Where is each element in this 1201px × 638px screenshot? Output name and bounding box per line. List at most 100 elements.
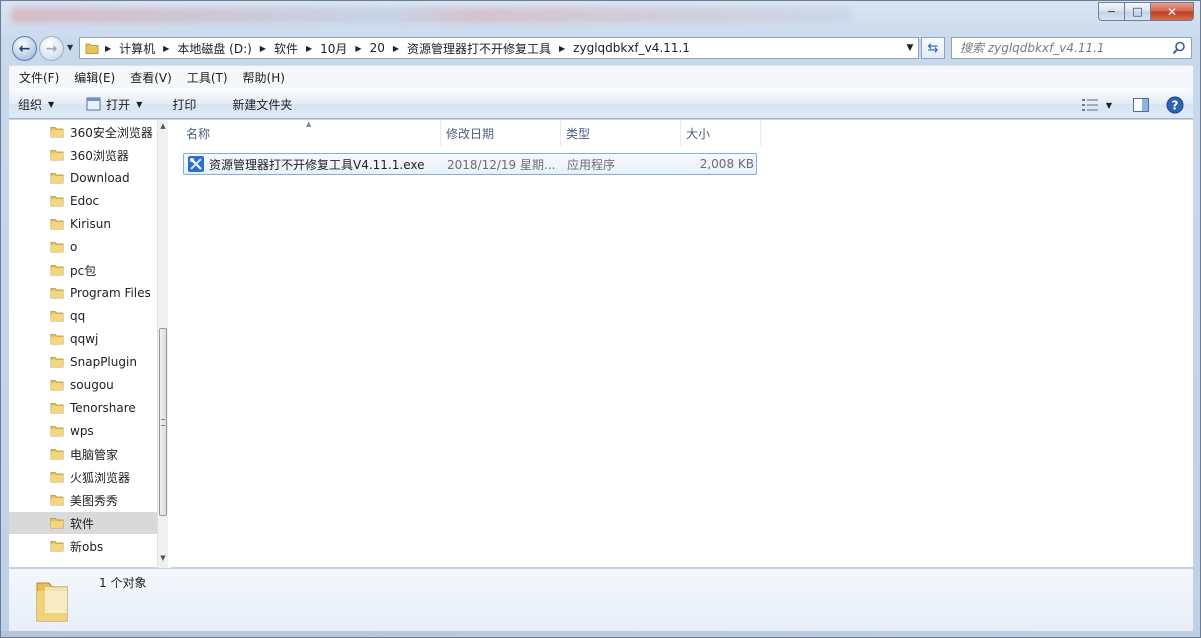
nav-tree-label: 软件 (70, 516, 95, 531)
nav-tree-label: qqwj (70, 332, 99, 346)
nav-tree-label: 火狐浏览器 (70, 470, 131, 485)
open-window-icon (86, 97, 101, 111)
refresh-button[interactable]: ⇆ (921, 37, 945, 59)
nav-tree-label: pc包 (70, 263, 97, 278)
column-header-size[interactable]: 大小 (681, 120, 761, 146)
print-button[interactable]: 打印 (163, 90, 205, 118)
nav-tree-item[interactable]: o (9, 236, 157, 258)
folder-icon (50, 196, 64, 207)
nav-tree-label: Tenorshare (70, 401, 136, 415)
menu-item[interactable]: 帮助(H) (238, 69, 290, 86)
view-options-button[interactable]: ▼ (1077, 95, 1117, 115)
breadcrumb-item[interactable]: 软件 (272, 38, 300, 58)
breadcrumb-item[interactable]: 本地磁盘 (D:) (175, 38, 253, 58)
breadcrumb: ▶ 计算机 ▶ 本地磁盘 (D:) ▶ 软件 ▶ 10月 ▶ 20 ▶ 资源管理器打不开修复工具 ▶ zy… (99, 38, 902, 58)
close-button[interactable]: ✕ (1150, 2, 1194, 21)
menu-item[interactable]: 编辑(E) (69, 69, 120, 86)
preview-pane-button[interactable] (1131, 95, 1151, 115)
caption-buttons: − □ ✕ (1098, 2, 1194, 21)
nav-tree-item[interactable]: Program Files (9, 282, 157, 304)
nav-tree-item[interactable]: Download (9, 167, 157, 189)
content-area: 360安全浏览器 360浏览器 Download Edoc Kirisun o pc包 Pro… (9, 120, 1193, 568)
nav-tree-item[interactable]: sougou (9, 374, 157, 396)
toolbar-right-group: ▼ ? (1069, 95, 1185, 115)
chevron-right-icon[interactable]: ▶ (306, 44, 312, 53)
folder-icon (85, 43, 99, 54)
nav-tree-item[interactable]: pc包 (9, 259, 157, 281)
blurred-taskbar-strip (1, 631, 1200, 637)
maximize-button[interactable]: □ (1124, 2, 1151, 21)
breadcrumb-item[interactable]: 10月 (318, 38, 349, 58)
chevron-down-icon: ▼ (48, 99, 55, 109)
nav-tree-label: o (70, 240, 78, 254)
address-history-dropdown[interactable]: ▼ (902, 38, 918, 58)
file-size-cell: 2,008 KB (699, 157, 754, 171)
open-button[interactable]: 打开 ▼ (77, 90, 151, 118)
nav-tree-item[interactable]: 电脑管家 (9, 443, 157, 465)
file-list-pane: ▲ 名称 修改日期 类型 大小 资源管理器打不开修复工具V4.11.1.exe … (171, 120, 1193, 568)
breadcrumb-item[interactable]: 资源管理器打不开修复工具 (405, 38, 553, 58)
nav-tree-item[interactable]: 新obs (9, 535, 157, 557)
nav-tree-label: 新obs (70, 539, 104, 554)
column-header-type[interactable]: 类型 (561, 120, 681, 146)
sort-ascending-icon: ▲ (306, 120, 312, 128)
organize-label: 组织 (18, 97, 43, 112)
breadcrumb-item[interactable]: 计算机 (117, 38, 157, 58)
nav-tree-item[interactable]: SnapPlugin (9, 351, 157, 373)
print-label: 打印 (172, 97, 197, 112)
scrollbar-thumb[interactable] (159, 328, 167, 516)
column-header-label: 名称 (186, 126, 211, 141)
new-folder-button[interactable]: 新建文件夹 (223, 90, 301, 118)
chevron-right-icon[interactable]: ▶ (105, 44, 111, 53)
nav-tree-item[interactable]: Kirisun (9, 213, 157, 235)
blurred-title (11, 7, 851, 23)
column-headers: ▲ 名称 修改日期 类型 大小 (181, 120, 761, 146)
nav-tree-item[interactable]: qq (9, 305, 157, 327)
nav-tree-item[interactable]: 美图秀秀 (9, 489, 157, 511)
search-input[interactable] (952, 38, 1162, 58)
forward-button[interactable]: → (39, 36, 64, 61)
menu-item[interactable]: 查看(V) (125, 69, 177, 86)
column-header-label: 类型 (566, 126, 591, 141)
recent-pages-dropdown[interactable]: ▼ (67, 43, 73, 52)
menu-item[interactable]: 文件(F) (14, 69, 64, 86)
nav-tree-item[interactable]: 360浏览器 (9, 144, 157, 166)
column-header-modified[interactable]: 修改日期 (441, 120, 561, 146)
nav-tree-item[interactable]: 软件 (9, 512, 157, 534)
menu-item[interactable]: 工具(T) (182, 69, 233, 86)
nav-scrollbar[interactable]: ▲ ▼ (157, 120, 167, 568)
breadcrumb-item[interactable]: zyglqdbkxf_v4.11.1 (571, 38, 692, 58)
back-button[interactable]: ← (12, 36, 37, 61)
file-type-cell: 应用程序 (567, 157, 616, 172)
folder-icon (50, 334, 64, 345)
nav-tree-item[interactable]: 360安全浏览器 (9, 121, 157, 143)
chevron-right-icon[interactable]: ▶ (559, 44, 565, 53)
nav-tree-item[interactable]: qqwj (9, 328, 157, 350)
nav-tree-label: Download (70, 171, 130, 185)
nav-tree-item[interactable]: Edoc (9, 190, 157, 212)
address-bar[interactable]: ▶ 计算机 ▶ 本地磁盘 (D:) ▶ 软件 ▶ 10月 ▶ 20 ▶ 资源管理器打不开修复工具 ▶ zy… (79, 37, 919, 59)
help-button[interactable]: ? (1165, 95, 1185, 115)
nav-tree-item[interactable]: 火狐浏览器 (9, 466, 157, 488)
folder-icon (50, 403, 64, 414)
nav-tree-item[interactable]: wps (9, 420, 157, 442)
organize-button[interactable]: 组织 ▼ (9, 90, 63, 118)
chevron-right-icon[interactable]: ▶ (393, 44, 399, 53)
file-row[interactable]: 资源管理器打不开修复工具V4.11.1.exe 2018/12/19 星期...… (183, 153, 757, 175)
folder-icon (50, 311, 64, 322)
chevron-right-icon[interactable]: ▶ (355, 44, 361, 53)
nav-tree-item[interactable]: Tenorshare (9, 397, 157, 419)
explorer-window: − □ ✕ ← → ▼ ▶ 计算机 ▶ 本地磁盘 (D:) ▶ 软件 ▶ 10月 ▶ 20 ▶ 资源管… (0, 0, 1201, 638)
breadcrumb-item[interactable]: 20 (368, 38, 387, 58)
chevron-right-icon[interactable]: ▶ (163, 44, 169, 53)
search-icon[interactable] (1172, 41, 1186, 55)
help-icon: ? (1166, 96, 1184, 114)
column-header-label: 修改日期 (446, 126, 495, 141)
details-view-icon (1081, 99, 1098, 111)
chevron-right-icon[interactable]: ▶ (260, 44, 266, 53)
minimize-button[interactable]: − (1098, 2, 1125, 21)
column-header-name[interactable]: ▲ 名称 (181, 120, 441, 146)
refresh-icon: ⇆ (927, 40, 939, 56)
nav-tree-label: sougou (70, 378, 114, 392)
title-bar[interactable]: − □ ✕ (1, 1, 1200, 31)
